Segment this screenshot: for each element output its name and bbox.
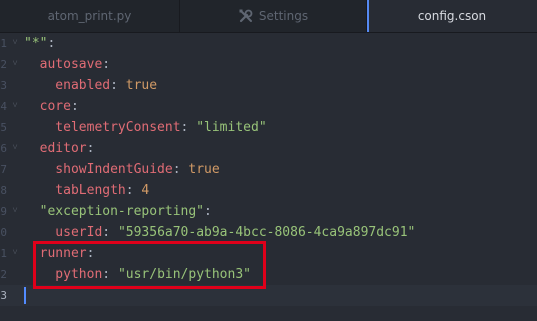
line-number: 12 (0, 268, 7, 281)
code-token: 4 (141, 183, 150, 198)
code-line[interactable]: 8 tabLength: 4 (0, 180, 537, 201)
tab-label: atom_print.py (47, 9, 132, 23)
code-line[interactable]: 10 userId: "59356a70-ab9a-4bcc-8086-4ca9… (0, 222, 537, 243)
code-text: "exception-reporting": (24, 201, 212, 222)
line-number: 4 (0, 100, 7, 113)
code-text: editor: (24, 138, 95, 159)
line-number: 8 (0, 184, 7, 197)
code-text: telemetryConsent: "limited" (24, 117, 267, 138)
code-text: tabLength: 4 (24, 180, 149, 201)
line-number: 5 (0, 121, 7, 134)
code-line[interactable]: 7 showIndentGuide: true (0, 159, 537, 180)
fold-chevron-icon[interactable]: ˅ (10, 33, 20, 54)
code-line[interactable]: 2 ˅ autosave: (0, 54, 537, 75)
code-text: enabled: true (24, 75, 157, 96)
code-line[interactable]: 3 enabled: true (0, 75, 537, 96)
code-line[interactable]: 1 ˅ "*": (0, 33, 537, 54)
code-text: userId: "59356a70-ab9a-4bcc-8086-4ca9a89… (24, 222, 415, 243)
line-number: 3 (0, 79, 7, 92)
code-text: autosave: (24, 54, 110, 75)
line-number: 1 (0, 37, 7, 50)
code-token: "*" (24, 36, 48, 51)
tab-bar: atom_print.py Settings config.cson (0, 0, 537, 33)
fold-chevron-icon[interactable]: ˅ (10, 201, 20, 222)
tools-icon (238, 8, 254, 24)
code-token: : (204, 204, 212, 219)
code-line[interactable]: 6 ˅ editor: (0, 138, 537, 159)
line-number: 2 (0, 58, 7, 71)
code-line[interactable]: 9 ˅ "exception-reporting": (0, 201, 537, 222)
code-token: : (70, 99, 79, 114)
code-token: "limited" (196, 120, 267, 135)
tab-config-cson[interactable]: config.cson (367, 0, 537, 32)
code-token: editor (24, 141, 87, 156)
code-token: telemetryConsent (24, 120, 181, 135)
code-token: true (188, 162, 220, 177)
code-token: : (125, 183, 142, 198)
code-text: showIndentGuide: true (24, 159, 220, 180)
code-token: : (172, 162, 189, 177)
code-text: core: (24, 96, 79, 117)
code-token: : (102, 225, 118, 240)
fold-chevron-icon[interactable]: ˅ (10, 96, 20, 117)
line-number: 7 (0, 163, 7, 176)
line-number: 6 (0, 142, 7, 155)
line-number: 9 (0, 205, 7, 218)
code-token: true (125, 78, 158, 93)
code-token: autosave (24, 57, 103, 72)
code-token: "59356a70-ab9a-4bcc-8086-4ca9a897dc91" (117, 225, 416, 240)
code-token: userId (24, 225, 103, 240)
code-token: : (47, 36, 56, 51)
code-line[interactable]: 5 telemetryConsent: "limited" (0, 117, 537, 138)
code-token: core (24, 99, 71, 114)
fold-chevron-icon[interactable]: ˅ (10, 243, 20, 264)
fold-chevron-icon[interactable]: ˅ (10, 138, 20, 159)
code-token: : (102, 57, 111, 72)
tab-settings[interactable]: Settings (180, 0, 367, 32)
line-number: 10 (0, 226, 7, 239)
tab-label: config.cson (417, 9, 487, 23)
code-token: : (110, 78, 126, 93)
code-token: tabLength (24, 183, 126, 198)
code-token: : (180, 120, 197, 135)
annotation-box (33, 241, 266, 289)
code-text: "*": (24, 33, 55, 54)
fold-chevron-icon[interactable]: ˅ (10, 54, 20, 75)
code-token: "exception-reporting" (24, 204, 205, 219)
line-number: 11 (0, 247, 7, 260)
code-token: enabled (24, 78, 111, 93)
text-cursor (24, 287, 26, 304)
code-line[interactable]: 4 ˅ core: (0, 96, 537, 117)
tab-atom-print[interactable]: atom_print.py (0, 0, 180, 32)
code-token: showIndentGuide (24, 162, 173, 177)
code-token: : (86, 141, 95, 156)
line-number: 13 (0, 289, 7, 302)
tab-label: Settings (258, 9, 309, 23)
